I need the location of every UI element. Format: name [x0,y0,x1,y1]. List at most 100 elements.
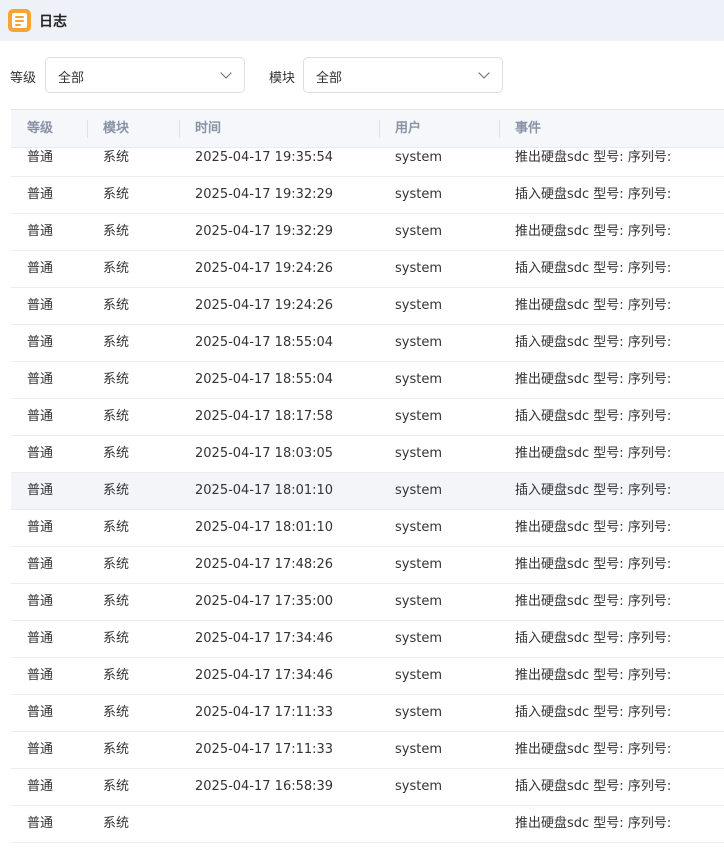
table-row[interactable]: 普通 系统 2025-04-17 18:55:04 system 推出硬盘sdc 型号:… [11,362,724,399]
cell-time: 2025-04-17 17:35:00 [195,594,334,609]
column-divider [499,120,500,138]
cell-event: 推出硬盘sdc 型号: 序列号: [515,446,672,461]
column-header-module[interactable]: 模块 [103,110,129,148]
cell-level: 普通 [27,298,54,313]
window-title: 日志 [39,13,67,30]
cell-level: 普通 [27,409,54,424]
cell-time: 2025-04-17 16:58:39 [195,779,334,794]
table-row[interactable]: 普通 系统 推出硬盘sdc 型号: 序列号: [11,806,724,843]
cell-time: 2025-04-17 18:01:10 [195,483,334,498]
cell-level: 普通 [27,779,54,794]
cell-user: system [395,187,442,202]
cell-module: 系统 [103,520,130,535]
cell-module: 系统 [103,742,130,757]
level-filter-label: 等级 [10,71,37,86]
cell-event: 插入硬盘sdc 型号: 序列号: [515,409,672,424]
table-row[interactable]: 普通 系统 2025-04-17 17:11:33 system 推出硬盘sdc 型号:… [11,732,724,769]
cell-level: 普通 [27,631,54,646]
cell-user: system [395,224,442,239]
cell-event: 推出硬盘sdc 型号: 序列号: [515,520,672,535]
cell-module: 系统 [103,705,130,720]
table-row[interactable]: 普通 系统 2025-04-17 16:58:39 system 插入硬盘sdc 型号:… [11,769,724,806]
cell-event: 推出硬盘sdc 型号: 序列号: [515,668,672,683]
cell-module: 系统 [103,298,130,313]
cell-module: 系统 [103,446,130,461]
cell-time: 2025-04-17 18:17:58 [195,409,334,424]
cell-level: 普通 [27,261,54,276]
cell-event: 推出硬盘sdc 型号: 序列号: [515,372,672,387]
title-bar: 日志 [0,0,724,41]
cell-level: 普通 [27,520,54,535]
cell-time: 2025-04-17 18:55:04 [195,372,334,387]
table-row[interactable]: 普通 系统 2025-04-17 19:24:26 system 插入硬盘sdc 型号:… [11,251,724,288]
cell-event: 插入硬盘sdc 型号: 序列号: [515,187,672,202]
cell-user: system [395,557,442,572]
table-row[interactable]: 普通 系统 2025-04-17 17:34:46 system 推出硬盘sdc 型号:… [11,658,724,695]
cell-level: 普通 [27,372,54,387]
cell-level: 普通 [27,335,54,350]
cell-module: 系统 [103,779,130,794]
cell-module: 系统 [103,816,130,831]
cell-level: 普通 [27,594,54,609]
table-row[interactable]: 普通 系统 2025-04-17 18:01:10 system 推出硬盘sdc 型号:… [11,510,724,547]
column-header-level[interactable]: 等级 [27,110,53,148]
column-header-event[interactable]: 事件 [515,110,541,148]
table-row[interactable]: 普通 系统 2025-04-17 17:48:26 system 推出硬盘sdc 型号:… [11,547,724,584]
module-filter-value: 全部 [316,71,343,86]
cell-event: 插入硬盘sdc 型号: 序列号: [515,261,672,276]
cell-user: system [395,594,442,609]
cell-module: 系统 [103,372,130,387]
cell-time: 2025-04-17 19:32:29 [195,224,334,239]
cell-event: 推出硬盘sdc 型号: 序列号: [515,298,672,313]
cell-level: 普通 [27,446,54,461]
cell-module: 系统 [103,224,130,239]
cell-user: system [395,483,442,498]
column-header-time[interactable]: 时间 [195,110,221,148]
cell-time: 2025-04-17 18:01:10 [195,520,334,535]
table-row[interactable]: 普通 系统 2025-04-17 18:17:58 system 插入硬盘sdc 型号:… [11,399,724,436]
log-table[interactable]: 等级 模块 时间 用户 事件 system普通系统2025-04-17 19:3… [11,109,724,850]
table-header: 等级 模块 时间 用户 事件 [11,110,724,148]
cell-event: 插入硬盘sdc 型号: 序列号: [515,779,672,794]
table-row[interactable]: 普通 系统 2025-04-17 18:03:05 system 推出硬盘sdc 型号:… [11,436,724,473]
table-body: system普通系统2025-04-17 19:35:54system推出硬盘s… [11,124,724,843]
table-row[interactable]: 普通 系统 2025-04-17 17:34:46 system 插入硬盘sdc 型号:… [11,621,724,658]
cell-level: 普通 [27,224,54,239]
cell-user: system [395,446,442,461]
cell-module: 系统 [103,668,130,683]
cell-event: 插入硬盘sdc 型号: 序列号: [515,483,672,498]
cell-event: 推出硬盘sdc 型号: 序列号: [515,742,672,757]
level-filter-select[interactable]: 全部 [45,57,245,93]
table-row[interactable]: 普通 系统 2025-04-17 19:32:29 system 插入硬盘sdc 型号:… [11,177,724,214]
cell-user: system [395,372,442,387]
column-header-user[interactable]: 用户 [395,110,421,148]
cell-user: system [395,335,442,350]
table-row[interactable]: 普通 系统 2025-04-17 17:11:33 system 插入硬盘sdc 型号:… [11,695,724,732]
cell-time: 2025-04-17 17:48:26 [195,557,334,572]
cell-module: 系统 [103,335,130,350]
cell-module: 系统 [103,594,130,609]
cell-user: system [395,520,442,535]
table-row[interactable]: 普通 系统 2025-04-17 17:35:00 system 推出硬盘sdc 型号:… [11,584,724,621]
cell-time: 2025-04-17 17:34:46 [195,631,334,646]
column-divider [87,120,88,138]
cell-module: 系统 [103,409,130,424]
module-filter-select[interactable]: 全部 [303,57,503,93]
cell-module: 系统 [103,187,130,202]
module-filter-label: 模块 [269,71,296,86]
cell-event: 插入硬盘sdc 型号: 序列号: [515,705,672,720]
cell-module: 系统 [103,483,130,498]
cell-time: 2025-04-17 18:03:05 [195,446,334,461]
cell-time: 2025-04-17 19:24:26 [195,261,334,276]
table-row[interactable]: 普通 系统 2025-04-17 19:32:29 system 推出硬盘sdc 型号:… [11,214,724,251]
cell-user: system [395,742,442,757]
cell-time: 2025-04-17 17:34:46 [195,668,334,683]
cell-level: 普通 [27,668,54,683]
table-row[interactable]: 普通 系统 2025-04-17 19:24:26 system 推出硬盘sdc 型号:… [11,288,724,325]
cell-module: 系统 [103,557,130,572]
level-filter-value: 全部 [58,71,85,86]
table-row[interactable]: 普通 系统 2025-04-17 18:01:10 system 插入硬盘sdc 型号:… [11,473,724,510]
cell-user: system [395,631,442,646]
cell-time: 2025-04-17 18:55:04 [195,335,334,350]
table-row[interactable]: 普通 系统 2025-04-17 18:55:04 system 插入硬盘sdc 型号:… [11,325,724,362]
